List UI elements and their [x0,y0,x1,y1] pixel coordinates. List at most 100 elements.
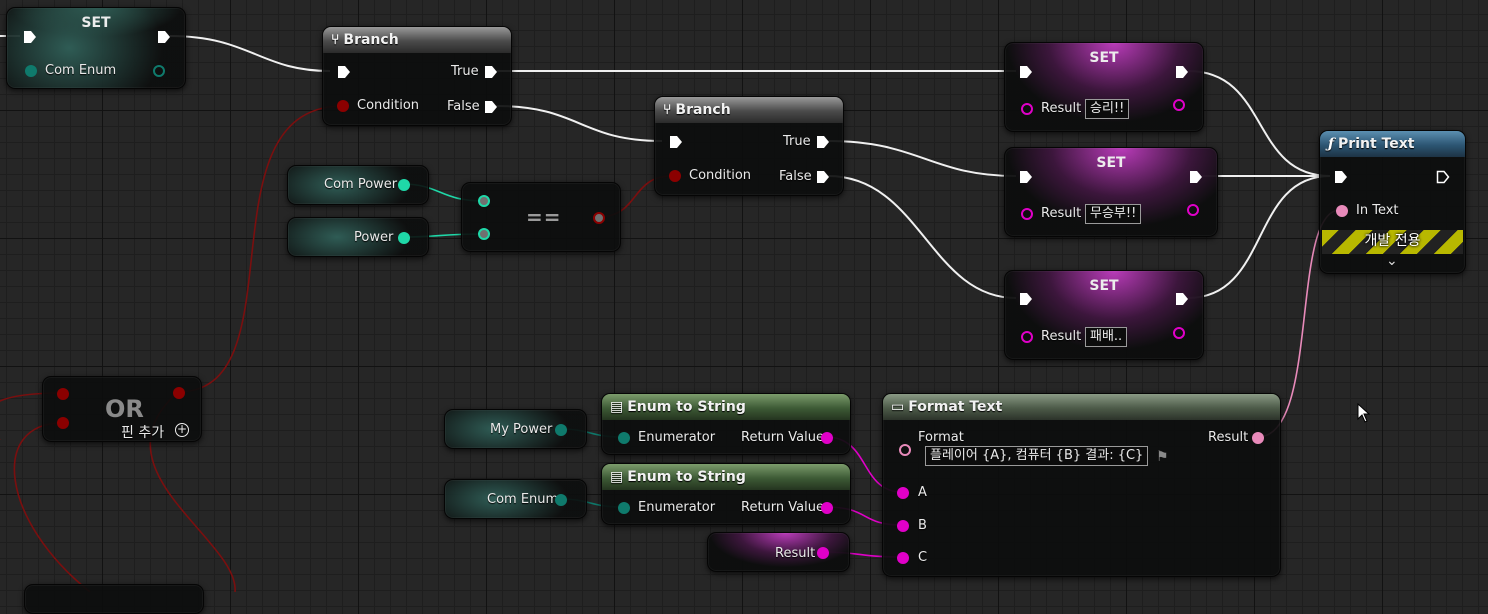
condition-label: Condition [689,168,752,183]
my-power-variable[interactable]: My Power [444,409,587,449]
enumerator-label: Enumerator [638,500,716,515]
com-power-variable[interactable]: Com Power [287,165,429,205]
exec-in-pin[interactable] [1019,65,1033,79]
result-value-field[interactable]: 승리!! [1085,99,1130,119]
exec-out-pin[interactable] [1175,65,1189,79]
or-label: OR [105,395,144,423]
text-in-pin[interactable] [1021,103,1033,115]
equal-node[interactable]: == [461,182,621,252]
bool-in-pin-a[interactable] [57,388,69,400]
exec-in-pin[interactable] [669,135,683,149]
result-value-field[interactable]: 패배.. [1085,327,1128,347]
pin-b-label: B [918,518,927,533]
chevron-down-icon[interactable]: ⌄ [1386,253,1398,269]
bool-out-pin[interactable] [593,212,605,224]
format-label: Format [918,430,964,445]
var-label: Com Enum [487,492,559,507]
int-out-pin[interactable] [398,179,410,191]
power-variable[interactable]: Power [287,217,429,257]
var-label: Result [775,546,816,561]
node-title: SET [1089,50,1119,66]
text-in-pin-a[interactable] [897,487,909,499]
result-label: Result [1208,430,1249,445]
text-out-pin[interactable] [821,432,833,444]
exec-false-pin[interactable] [484,100,498,114]
condition-pin[interactable] [337,100,349,112]
text-in-pin[interactable] [1336,205,1348,217]
node-title: Branch [675,102,731,118]
false-label: False [779,169,812,184]
exec-in-pin[interactable] [1019,292,1033,306]
return-value-label: Return Value [741,500,824,515]
set-result-draw-node[interactable]: SET Result 무승부!! [1004,147,1218,237]
text-out-pin[interactable] [821,502,833,514]
exec-out-pin[interactable] [1175,292,1189,306]
enum-to-string-node-1[interactable]: ▤ Enum to String Enumerator Return Value [601,393,851,455]
enum-in-pin[interactable] [618,502,630,514]
result-value-field[interactable]: 무승부!! [1085,204,1142,224]
enum-out-pin[interactable] [153,65,165,77]
in-text-label: In Text [1356,203,1399,218]
int-in-pin-a[interactable] [478,195,490,207]
result-variable[interactable]: Result [707,532,850,572]
var-label: Com Power [324,177,398,192]
node-title: Enum to String [627,399,746,415]
offscreen-node[interactable] [24,584,204,614]
enum-out-pin[interactable] [555,494,567,506]
document-icon: ▤ [610,469,624,485]
branch-node-2[interactable]: ⑂ Branch True Condition False [654,96,844,196]
exec-true-pin[interactable] [484,65,498,79]
text-in-pin-c[interactable] [897,552,909,564]
exec-in-pin[interactable] [1019,170,1033,184]
text-out-pin[interactable] [817,547,829,559]
exec-wire [169,35,331,72]
flag-icon[interactable]: ⚑ [1156,449,1169,465]
exec-false-pin[interactable] [816,170,830,184]
condition-pin[interactable] [669,170,681,182]
var-label: Power [354,230,394,245]
text-in-pin[interactable] [1021,331,1033,343]
format-in-pin[interactable] [899,444,911,456]
true-label: True [451,64,479,79]
int-out-pin[interactable] [398,232,410,244]
int-in-pin-b[interactable] [478,228,490,240]
node-title: SET [1096,155,1126,171]
exec-out-pin[interactable] [1189,170,1203,184]
branch-node-1[interactable]: ⑂ Branch True Condition False [322,26,512,126]
print-text-node[interactable]: ƒ Print Text In Text 개발 전용 ⌄ [1319,130,1466,274]
branch-icon: ⑂ [663,102,672,118]
dev-only-banner: 개발 전용 [1322,230,1463,254]
exec-in-pin[interactable] [337,65,351,79]
text-in-pin[interactable] [1021,208,1033,220]
com-enum-variable[interactable]: Com Enum [444,479,587,519]
add-pin-label[interactable]: 핀 추가 [121,422,164,441]
enum-in-pin[interactable] [618,432,630,444]
exec-out-pin[interactable] [157,30,171,44]
text-out-pin[interactable] [1187,204,1199,216]
enum-in-pin[interactable] [25,65,37,77]
text-out-pin[interactable] [1252,432,1264,444]
set-com-enum-node[interactable]: SET Com Enum [6,7,186,89]
enum-to-string-node-2[interactable]: ▤ Enum to String Enumerator Return Value [601,463,851,525]
text-out-pin[interactable] [1173,99,1185,111]
exec-wire [827,140,1017,177]
format-icon: ▭ [891,399,905,415]
enum-out-pin[interactable] [555,424,567,436]
set-result-win-node[interactable]: SET Result 승리!! [1004,42,1204,132]
set-result-lose-node[interactable]: SET Result 패배.. [1004,270,1204,360]
exec-in-pin[interactable] [1334,170,1348,184]
format-value-field[interactable]: 플레이어 {A}, 컴퓨터 {B} 결과: {C} [925,446,1149,466]
mouse-cursor-icon [1357,403,1371,423]
exec-true-pin[interactable] [816,135,830,149]
bool-in-pin-b[interactable] [57,417,69,429]
plus-circle-icon[interactable]: + [175,423,189,437]
exec-wire [495,105,663,142]
exec-out-pin[interactable] [1436,170,1450,184]
text-in-pin-b[interactable] [897,520,909,532]
format-text-node[interactable]: ▭ Format Text Format 플레이어 {A}, 컴퓨터 {B} 결과… [882,393,1281,577]
node-title: Print Text [1338,136,1415,152]
or-node[interactable]: OR 핀 추가 + [42,376,202,442]
bool-out-pin[interactable] [173,387,185,399]
exec-in-pin[interactable] [23,30,37,44]
text-out-pin[interactable] [1173,327,1185,339]
